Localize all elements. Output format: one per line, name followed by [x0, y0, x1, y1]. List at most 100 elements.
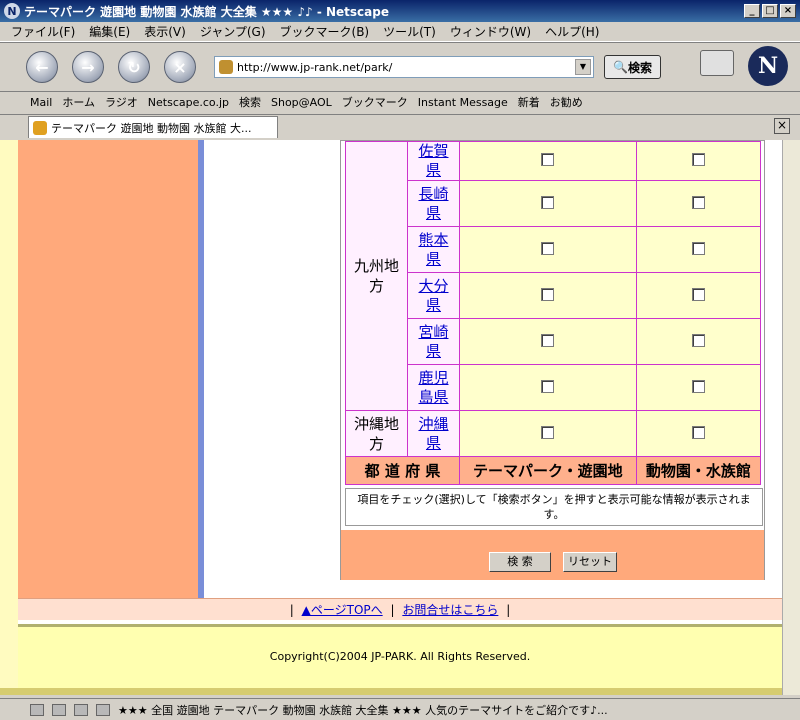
back-icon[interactable]: ← [26, 51, 58, 83]
zoo-checkbox[interactable] [691, 241, 705, 255]
park-check-cell [459, 226, 637, 273]
forward-icon[interactable]: → [72, 51, 104, 83]
park-checkbox[interactable] [541, 333, 555, 347]
search-button[interactable]: 🔍 検索 [604, 55, 661, 79]
url-bar[interactable]: http://www.jp-rank.net/park/ ▼ [214, 56, 594, 78]
table-row: 九州地方 佐賀県 [345, 141, 762, 411]
bookmark-bookmarks[interactable]: ブックマーク [342, 94, 408, 110]
site-icon [219, 60, 233, 74]
zoo-checkbox[interactable] [691, 379, 705, 393]
close-tab-icon[interactable]: × [774, 118, 790, 134]
pref-link[interactable]: 宮崎県 [418, 323, 450, 361]
zoo-checkbox[interactable] [691, 333, 705, 347]
bookmark-home[interactable]: ホーム [62, 94, 95, 110]
zoo-checkbox[interactable] [691, 425, 705, 439]
park-checkbox[interactable] [541, 287, 555, 301]
table-row: 長崎県 [346, 180, 762, 227]
park-checkbox[interactable] [541, 153, 555, 166]
table-row: 熊本県 [346, 226, 762, 273]
mail-icon[interactable] [30, 703, 44, 716]
reset-button[interactable]: リセット [563, 552, 617, 572]
address-book-icon[interactable] [96, 703, 110, 716]
pref-link[interactable]: 沖縄県 [418, 415, 450, 453]
zoo-check-cell [635, 272, 762, 319]
reload-icon[interactable]: ↻ [118, 51, 150, 83]
table-row: 沖縄地方 沖縄県 [345, 410, 762, 457]
pref-cell: 佐賀県 [407, 141, 460, 181]
bookmark-mail[interactable]: Mail [30, 96, 52, 109]
left-sidebar [18, 140, 198, 598]
chevron-down-icon[interactable]: ▼ [575, 59, 591, 75]
menu-bookmarks[interactable]: ブックマーク(B) [273, 23, 377, 40]
url-text[interactable]: http://www.jp-rank.net/park/ [237, 61, 575, 74]
status-text: ★★★ 全国 遊園地 テーマパーク 動物園 水族館 大全集 ★★★ 人気のテーマ… [118, 703, 608, 717]
vertical-scrollbar[interactable] [782, 140, 800, 695]
park-check-cell [459, 141, 637, 181]
bookmark-shop[interactable]: Shop@AOL [271, 96, 332, 109]
bookmark-instant-message[interactable]: Instant Message [418, 96, 508, 109]
menu-file[interactable]: ファイル(F) [4, 23, 82, 40]
personal-toolbar: Mail ホーム ラジオ Netscape.co.jp 検索 Shop@AOL … [0, 92, 800, 112]
bookmark-recommended[interactable]: お勧め [550, 94, 583, 110]
pref-cell: 大分県 [407, 272, 460, 319]
contact-link[interactable]: お問合せはこちら [402, 603, 498, 617]
page-left-edge [0, 140, 18, 695]
menu-window[interactable]: ウィンドウ(W) [443, 23, 538, 40]
aim-icon[interactable] [52, 703, 66, 716]
close-button[interactable]: × [780, 4, 796, 18]
park-checkbox[interactable] [541, 425, 555, 439]
pref-link[interactable]: 佐賀県 [418, 142, 450, 180]
bookmark-netscape[interactable]: Netscape.co.jp [148, 96, 229, 109]
menu-help[interactable]: ヘルプ(H) [538, 23, 606, 40]
park-checkbox[interactable] [541, 195, 555, 209]
pref-cell: 沖縄県 [407, 410, 460, 457]
footer-sep: | [289, 603, 294, 617]
copyright-text: Copyright(C)2004 JP-PARK. All Rights Res… [269, 650, 531, 663]
bookmark-new[interactable]: 新着 [518, 94, 540, 110]
pref-link[interactable]: 熊本県 [418, 231, 450, 269]
composer-icon[interactable] [74, 703, 88, 716]
pref-link[interactable]: 長崎県 [418, 185, 450, 223]
maximize-button[interactable]: □ [762, 4, 778, 18]
header-theme-park: テーマパーク・遊園地 [459, 456, 637, 485]
page-top-link[interactable]: ▲ページTOPへ [302, 603, 383, 617]
window-title: テーマパーク 遊園地 動物園 水族館 大全集 ★★★ ♪♪ - Netscape [24, 4, 389, 19]
zoo-check-cell [635, 410, 762, 457]
menu-edit[interactable]: 編集(E) [82, 23, 137, 40]
zoo-check-cell [635, 318, 762, 365]
table-row: 宮崎県 [346, 318, 762, 365]
zoo-check-cell [635, 180, 762, 227]
pref-cell: 熊本県 [407, 226, 460, 273]
menu-view[interactable]: 表示(V) [137, 23, 193, 40]
navigation-toolbar: ← → ↻ × http://www.jp-rank.net/park/ ▼ 🔍… [0, 42, 800, 92]
pref-cell: 長崎県 [407, 180, 460, 227]
zoo-checkbox[interactable] [691, 153, 705, 166]
zoo-checkbox[interactable] [691, 287, 705, 301]
title-bar: N テーマパーク 遊園地 動物園 水族館 大全集 ★★★ ♪♪ - Netsca… [0, 0, 800, 22]
stop-icon[interactable]: × [164, 51, 196, 83]
bookmark-radio[interactable]: ラジオ [105, 94, 138, 110]
zoo-checkbox[interactable] [691, 195, 705, 209]
park-checkbox[interactable] [541, 379, 555, 393]
print-icon[interactable] [700, 50, 734, 76]
zoo-check-cell [635, 141, 762, 181]
page-content: 九州地方 佐賀県 長崎県 熊本県 大分県 宮崎県 鹿児島県 沖縄地方 沖縄県 都… [0, 140, 782, 695]
pref-link[interactable]: 大分県 [418, 277, 450, 315]
footer-nav: | ▲ページTOPへ | お問合せはこちら | [18, 598, 782, 620]
bookmark-search[interactable]: 検索 [239, 94, 261, 110]
menu-tools[interactable]: ツール(T) [376, 23, 443, 40]
minimize-button[interactable]: _ [744, 4, 760, 18]
search-submit-button[interactable]: 検 索 [489, 552, 551, 572]
park-checkbox[interactable] [541, 241, 555, 255]
footer-sep: | [390, 603, 395, 617]
tab-active[interactable]: テーマパーク 遊園地 動物園 水族館 大... [28, 116, 278, 138]
park-check-cell [459, 410, 637, 457]
park-check-cell [459, 318, 637, 365]
search-button-label: 検索 [627, 60, 652, 75]
zoo-check-cell [635, 226, 762, 273]
bottom-strip [0, 688, 782, 695]
pref-link[interactable]: 鹿児島県 [418, 369, 450, 407]
menu-go[interactable]: ジャンプ(G) [193, 23, 273, 40]
tab-title: テーマパーク 遊園地 動物園 水族館 大... [51, 121, 252, 135]
header-zoo-aquarium: 動物園・水族館 [635, 456, 762, 485]
